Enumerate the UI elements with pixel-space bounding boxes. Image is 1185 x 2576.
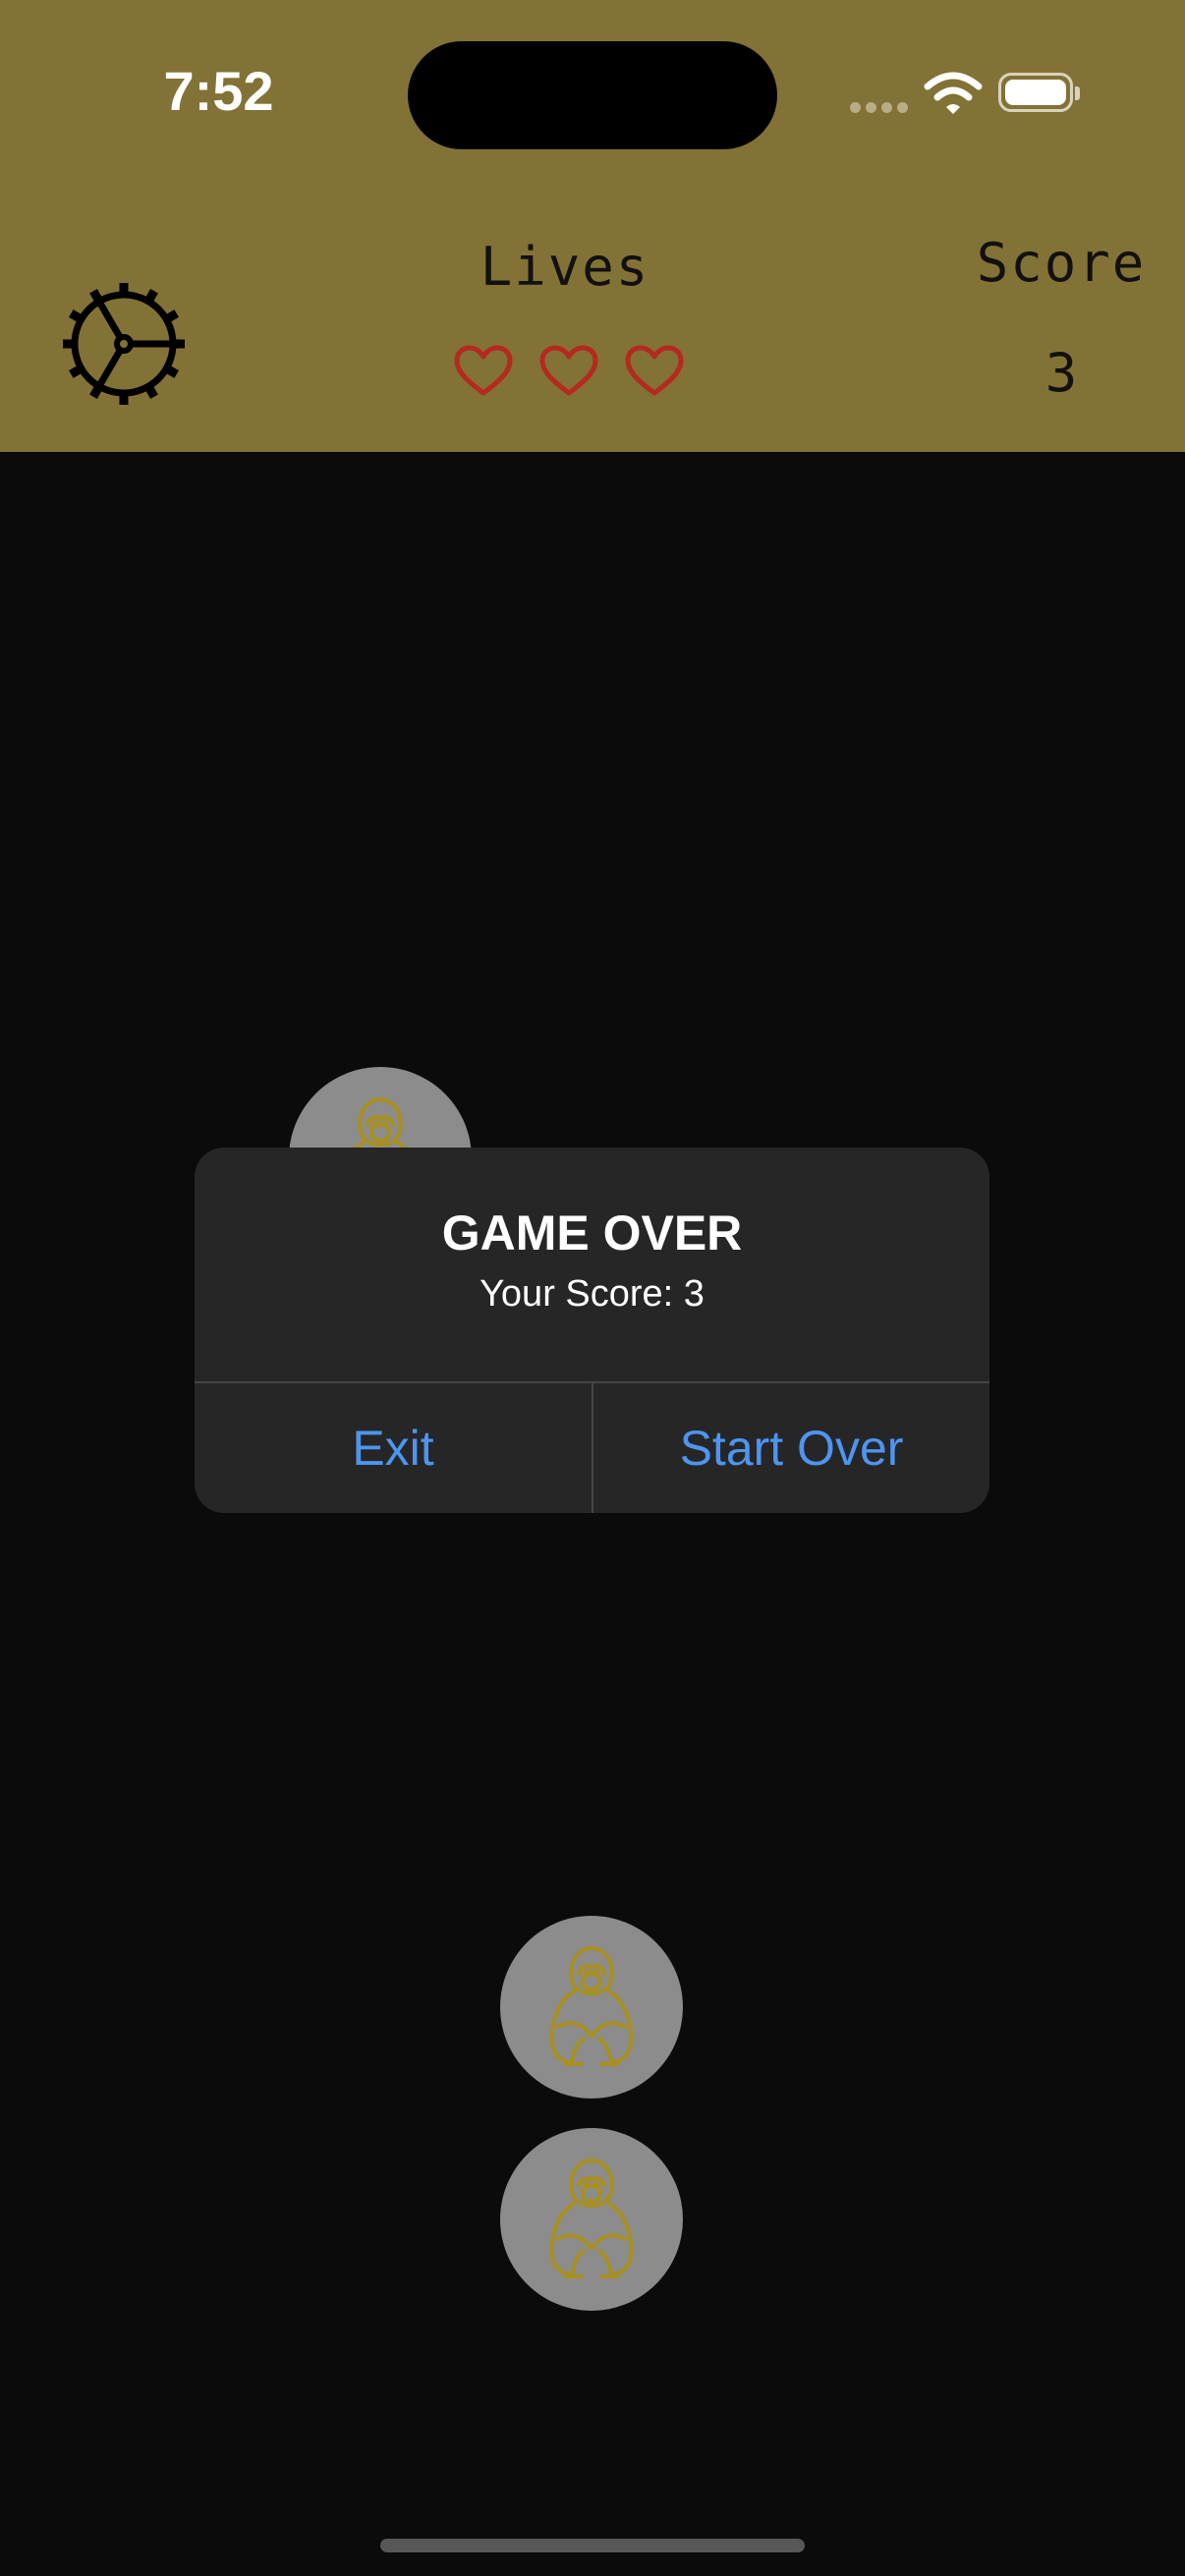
- lives-label: Lives: [480, 236, 650, 298]
- heart-icon: [539, 345, 598, 396]
- heart-icon: [454, 345, 513, 396]
- alert-message: Your Score: 3: [480, 1273, 705, 1315]
- start-over-button[interactable]: Start Over: [593, 1383, 989, 1513]
- monkey-token[interactable]: [500, 1916, 683, 2099]
- score-value: 3: [1044, 342, 1078, 404]
- monkey-icon: [549, 2158, 634, 2278]
- gear-icon[interactable]: [51, 271, 197, 417]
- lives-hearts: [447, 344, 688, 403]
- game-over-alert: GAME OVER Your Score: 3 Exit Start Over: [195, 1148, 989, 1513]
- heart-icon: [625, 345, 684, 396]
- monkey-token[interactable]: [500, 2128, 683, 2311]
- battery-icon: [998, 73, 1080, 112]
- game-header: 7:52 Lives Score 3: [0, 0, 1185, 452]
- status-time: 7:52: [163, 60, 274, 122]
- home-indicator[interactable]: [380, 2539, 805, 2552]
- cellular-signal-icon: [850, 102, 909, 114]
- exit-button[interactable]: Exit: [195, 1383, 592, 1513]
- monkey-icon: [549, 1946, 634, 2066]
- dynamic-island: [408, 41, 777, 149]
- alert-title: GAME OVER: [441, 1205, 743, 1260]
- wifi-icon: [924, 72, 983, 114]
- score-label: Score: [976, 232, 1147, 294]
